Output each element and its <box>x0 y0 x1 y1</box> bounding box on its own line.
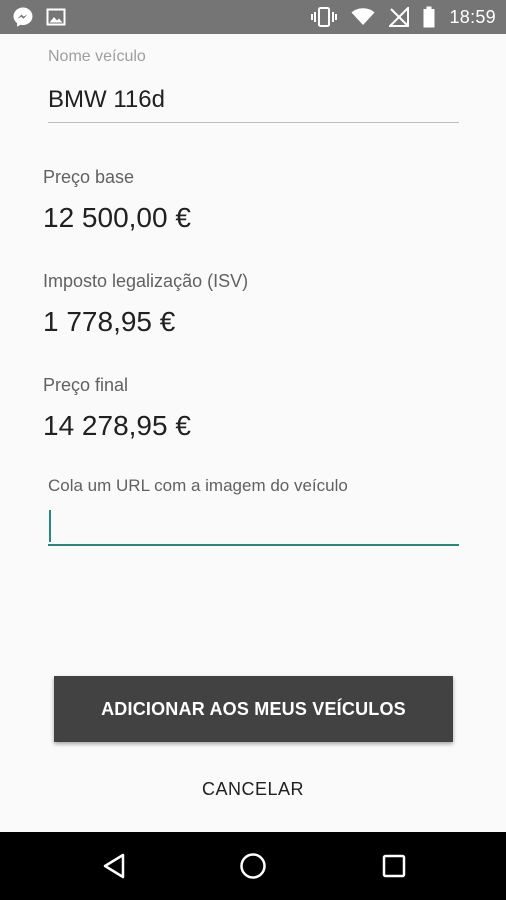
tax-label: Imposto legalização (ISV) <box>43 271 249 291</box>
battery-icon <box>423 6 435 28</box>
vehicle-name-field[interactable]: BMW 116d <box>48 86 165 114</box>
navigation-bar <box>0 832 506 900</box>
image-url-label: Cola um URL com a imagem do veículo <box>48 476 348 495</box>
notification-icons <box>12 6 66 28</box>
base-price-label: Preço base <box>43 167 135 187</box>
vehicle-name-label: Nome veículo <box>48 48 146 65</box>
vibrate-icon <box>311 6 338 28</box>
tax-value: 1 778,95 € <box>43 306 176 337</box>
add-vehicle-form: Nome veículo BMW 116d Preço base 12 500,… <box>0 34 506 832</box>
messenger-icon <box>12 6 34 28</box>
image-icon <box>46 7 66 27</box>
no-signal-icon <box>389 7 410 27</box>
image-url-input[interactable] <box>48 504 459 546</box>
back-icon[interactable] <box>96 850 132 882</box>
system-icons: 18:59 <box>311 5 496 29</box>
recents-icon[interactable] <box>376 850 412 882</box>
home-icon[interactable] <box>235 850 271 882</box>
status-bar: 18:59 <box>0 0 506 34</box>
add-to-my-vehicles-button[interactable]: ADICIONAR AOS MEUS VEÍCULOS <box>54 676 453 742</box>
final-price-value: 14 278,95 € <box>43 410 191 441</box>
cancel-button[interactable]: CANCELAR <box>178 771 328 807</box>
status-time: 18:59 <box>449 6 496 27</box>
final-price-label: Preço final <box>43 375 129 395</box>
text-cursor <box>49 510 51 542</box>
wifi-icon <box>351 7 375 27</box>
vehicle-name-underline <box>48 122 459 123</box>
base-price-value: 12 500,00 € <box>43 202 191 233</box>
